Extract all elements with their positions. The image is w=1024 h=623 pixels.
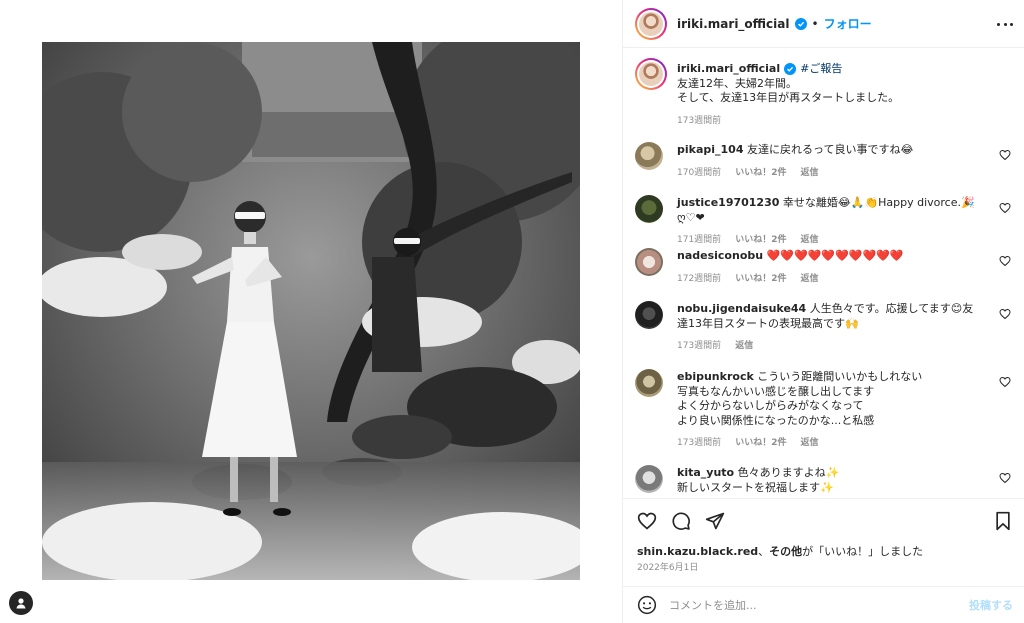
caption-hashtag[interactable]: #ご報告 — [800, 62, 842, 77]
post-comment-button[interactable]: 投稿する — [969, 597, 1013, 613]
comment-icon[interactable] — [671, 511, 691, 531]
comment-time[interactable]: 171週間前 — [677, 233, 721, 248]
caption-line-1: 友達12年、夫婦2年間。 — [677, 76, 797, 90]
caption-time[interactable]: 173週間前 — [677, 114, 721, 129]
comment-avatar[interactable] — [635, 248, 663, 276]
bookmark-icon[interactable] — [993, 511, 1013, 531]
comment-username[interactable]: justice19701230 — [677, 196, 779, 209]
comment-text: ❤️❤️❤️❤️❤️❤️❤️❤️❤️❤️ — [766, 249, 904, 262]
liked-by[interactable]: shin.kazu.black.red、その他が「いいね！」しました — [637, 543, 923, 559]
comment-time[interactable]: 172週間前 — [677, 272, 721, 287]
heart-icon[interactable] — [637, 511, 657, 531]
comment-text-line-2: 新しいスタートを祝福します✨ — [677, 480, 834, 494]
comment-time[interactable]: 173週間前 — [677, 436, 721, 451]
comment-avatar[interactable] — [635, 301, 663, 329]
comment-text: 色々ありますよね✨ — [737, 466, 840, 479]
comment-text: こういう距離間いいかもしれない — [757, 370, 923, 383]
verified-badge-icon — [794, 17, 807, 30]
caption-avatar[interactable] — [635, 58, 667, 90]
comment-text-line-2: 写真もなんかいい感じを醸し出してます — [677, 384, 875, 398]
share-icon[interactable] — [705, 511, 725, 531]
post-actions: shin.kazu.black.red、その他が「いいね！」しました 2022年… — [623, 498, 1024, 623]
comment-text-line-3: よく分からないしがらみがなくなって — [677, 399, 864, 412]
author-avatar[interactable] — [635, 8, 667, 40]
comment-text-line-4: より良い関係性になったのかな...と私感 — [677, 413, 875, 427]
comment-like-icon[interactable] — [999, 149, 1011, 161]
comment-time[interactable]: 173週間前 — [677, 339, 721, 354]
post-photo[interactable] — [42, 42, 580, 580]
more-options-icon[interactable] — [997, 17, 1013, 31]
post-date[interactable]: 2022年6月1日 — [637, 560, 698, 573]
emoji-icon[interactable] — [637, 595, 657, 615]
verified-badge-icon — [784, 63, 797, 76]
liked-by-separator: 、 — [758, 545, 770, 558]
comment-input[interactable] — [669, 596, 949, 614]
post-photo-image — [42, 42, 580, 580]
comment-like-icon[interactable] — [999, 202, 1011, 214]
comment-likes[interactable]: いいね！2件 — [735, 272, 786, 287]
comments-list[interactable]: iriki.mari_official #ご報告 友達12年、夫婦2年間。 そし… — [623, 49, 1024, 498]
comment-like-icon[interactable] — [999, 472, 1011, 484]
post-header: iriki.mari_official • フォロー — [623, 0, 1024, 48]
liked-by-others[interactable]: その他 — [769, 545, 802, 558]
comment-likes[interactable]: いいね！2件 — [735, 436, 786, 451]
caption-username[interactable]: iriki.mari_official — [677, 62, 780, 77]
reply-button[interactable]: 返信 — [800, 166, 818, 181]
separator-dot: • — [811, 16, 819, 31]
comment-likes[interactable]: いいね！2件 — [735, 233, 786, 248]
caption-line-2: そして、友達13年目が再スタートしました。 — [677, 91, 900, 104]
comment-username[interactable]: kita_yuto — [677, 466, 734, 479]
reply-button[interactable]: 返信 — [800, 436, 818, 451]
reply-button[interactable]: 返信 — [735, 339, 753, 354]
liked-by-user[interactable]: shin.kazu.black.red — [637, 545, 758, 558]
post-side-panel: iriki.mari_official • フォロー iriki.mari_of… — [622, 0, 1024, 623]
comment-likes[interactable]: いいね！2件 — [735, 166, 786, 181]
comment-like-icon[interactable] — [999, 376, 1011, 388]
reply-button[interactable]: 返信 — [800, 233, 818, 248]
follow-button[interactable]: フォロー — [824, 15, 872, 32]
user-tag-icon[interactable] — [9, 591, 33, 615]
comment-avatar[interactable] — [635, 369, 663, 397]
comment-avatar[interactable] — [635, 195, 663, 223]
comment-username[interactable]: nobu.jigendaisuke44 — [677, 302, 806, 315]
author-username[interactable]: iriki.mari_official — [677, 17, 790, 31]
comment-avatar[interactable] — [635, 142, 663, 170]
comment-like-icon[interactable] — [999, 255, 1011, 267]
comment-time[interactable]: 170週間前 — [677, 166, 721, 181]
reply-button[interactable]: 返信 — [800, 272, 818, 287]
comment-like-icon[interactable] — [999, 308, 1011, 320]
liked-by-suffix: が「いいね！」しました — [802, 545, 924, 558]
comment-username[interactable]: ebipunkrock — [677, 370, 754, 383]
comment-username[interactable]: pikapi_104 — [677, 143, 744, 156]
comment-username[interactable]: nadesiconobu — [677, 249, 763, 262]
author-info: iriki.mari_official • フォロー — [677, 15, 872, 32]
media-panel — [0, 0, 622, 623]
comment-avatar[interactable] — [635, 465, 663, 493]
comment-text: 友達に戻れるって良い事ですね😂 — [747, 143, 914, 156]
add-comment-bar: 投稿する — [623, 586, 1024, 623]
